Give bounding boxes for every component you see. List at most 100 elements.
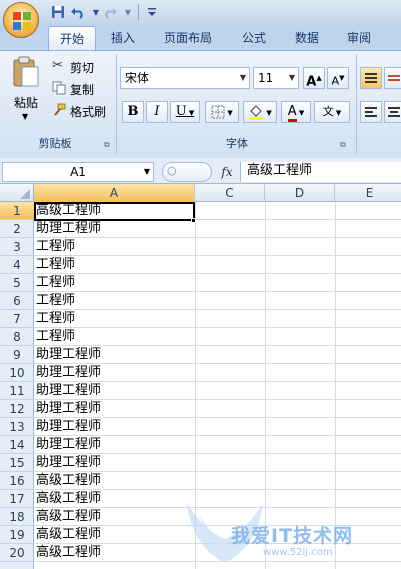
cell-a1[interactable]: 高级工程师 xyxy=(34,202,194,220)
align-top-button[interactable] xyxy=(360,67,382,89)
fill-bucket-icon xyxy=(249,104,264,120)
row-header[interactable]: 12 xyxy=(0,400,34,418)
row-header[interactable]: 4 xyxy=(0,256,34,274)
tab-review[interactable]: 审阅 xyxy=(336,26,382,50)
cell-a16[interactable]: 高级工程师 xyxy=(34,472,194,490)
column-header-d[interactable]: D xyxy=(265,184,335,202)
cell-a4[interactable]: 工程师 xyxy=(34,256,194,274)
align-middle-button[interactable] xyxy=(384,67,401,89)
row-header[interactable]: 16 xyxy=(0,472,34,490)
row-header[interactable]: 2 xyxy=(0,220,34,238)
cell-a17[interactable]: 高级工程师 xyxy=(34,490,194,508)
cell-a8[interactable]: 工程师 xyxy=(34,328,194,346)
row-header[interactable]: 13 xyxy=(0,418,34,436)
cell-a6[interactable]: 工程师 xyxy=(34,292,194,310)
font-size-dropdown-icon[interactable]: ▼ xyxy=(289,68,295,88)
expand-handle-icon[interactable]: ○ xyxy=(167,164,177,177)
row-header[interactable]: 1 xyxy=(0,202,34,220)
office-button[interactable] xyxy=(3,2,39,38)
cell-a2[interactable]: 助理工程师 xyxy=(34,220,194,238)
cell-a10[interactable]: 助理工程师 xyxy=(34,364,194,382)
formula-bar-controls: ○ xyxy=(162,162,212,182)
undo-icon[interactable] xyxy=(70,4,86,20)
cell-a3[interactable]: 工程师 xyxy=(34,238,194,256)
fill-color-button[interactable]: ▼ xyxy=(243,101,277,123)
cell-a5[interactable]: 工程师 xyxy=(34,274,194,292)
align-left-button[interactable] xyxy=(360,101,382,123)
row-header[interactable]: 11 xyxy=(0,382,34,400)
font-color-button[interactable]: A ▼ xyxy=(281,101,311,123)
tab-data[interactable]: 数据 xyxy=(284,26,330,50)
customize-icon[interactable] xyxy=(144,4,160,20)
row-header[interactable]: 19 xyxy=(0,526,34,544)
cell-a20[interactable]: 高级工程师 xyxy=(34,544,194,562)
font-name-box[interactable]: 宋体 ▼ xyxy=(120,67,250,89)
select-all-button[interactable] xyxy=(0,184,34,202)
bold-button[interactable]: B xyxy=(122,101,144,123)
fill-handle[interactable] xyxy=(191,218,196,223)
cut-button[interactable]: ✂ 剪切 xyxy=(52,58,116,76)
row-header[interactable]: 20 xyxy=(0,544,34,562)
font-size-box[interactable]: 11 ▼ xyxy=(253,67,299,89)
group-separator xyxy=(116,54,117,154)
row-header[interactable]: 6 xyxy=(0,292,34,310)
column-header-e[interactable]: E xyxy=(335,184,401,202)
row-header[interactable]: 5 xyxy=(0,274,34,292)
tab-formulas[interactable]: 公式 xyxy=(230,26,278,50)
row-header[interactable]: 17 xyxy=(0,490,34,508)
cell-a14[interactable]: 助理工程师 xyxy=(34,436,194,454)
row-header[interactable]: 3 xyxy=(0,238,34,256)
copy-button[interactable]: 复制 xyxy=(52,80,116,98)
select-all-icon xyxy=(20,189,30,199)
font-group-label: 字体 xyxy=(226,137,248,150)
tab-page-layout[interactable]: 页面布局 xyxy=(152,26,224,50)
row-header[interactable]: 14 xyxy=(0,436,34,454)
cell-a15[interactable]: 助理工程师 xyxy=(34,454,194,472)
cell-a7[interactable]: 工程师 xyxy=(34,310,194,328)
insert-function-icon[interactable]: fx xyxy=(216,162,238,182)
office-logo-icon xyxy=(13,12,31,30)
row-header[interactable]: 15 xyxy=(0,454,34,472)
row-header[interactable]: 8 xyxy=(0,328,34,346)
copy-icon xyxy=(52,81,66,95)
cell-a9[interactable]: 助理工程师 xyxy=(34,346,194,364)
format-painter-button[interactable]: 格式刷 xyxy=(52,102,116,120)
phonetic-icon: 文 xyxy=(322,105,334,118)
redo-dropdown-icon[interactable]: ▼ xyxy=(120,4,136,20)
tab-insert[interactable]: 插入 xyxy=(100,26,146,50)
clipboard-dialog-launcher-icon[interactable]: ⧉ xyxy=(104,140,112,149)
row-header[interactable]: 10 xyxy=(0,364,34,382)
font-color-icon: A xyxy=(287,105,297,122)
row-header[interactable]: 18 xyxy=(0,508,34,526)
tab-home[interactable]: 开始 xyxy=(48,26,96,50)
align-center-button[interactable] xyxy=(384,101,401,123)
cell-a18[interactable]: 高级工程师 xyxy=(34,508,194,526)
cell-a13[interactable]: 助理工程师 xyxy=(34,418,194,436)
font-name-dropdown-icon[interactable]: ▼ xyxy=(240,68,246,88)
row-header[interactable]: 7 xyxy=(0,310,34,328)
clipboard-group-label: 剪贴板 xyxy=(38,137,72,150)
shrink-font-button[interactable]: A▼ xyxy=(327,67,349,89)
cell-a12[interactable]: 助理工程师 xyxy=(34,400,194,418)
italic-button[interactable]: I xyxy=(146,101,168,123)
phonetic-button[interactable]: 文 ▼ xyxy=(314,101,350,123)
cell-a11[interactable]: 助理工程师 xyxy=(34,382,194,400)
format-painter-label: 格式刷 xyxy=(70,105,107,119)
save-icon[interactable] xyxy=(50,4,66,20)
font-name-value: 宋体 xyxy=(125,71,150,85)
column-header-c[interactable]: C xyxy=(195,184,265,202)
font-dialog-launcher-icon[interactable]: ⧉ xyxy=(340,140,348,149)
row-header[interactable]: 9 xyxy=(0,346,34,364)
underline-button[interactable]: U ▼ xyxy=(170,101,200,123)
paste-button[interactable]: 粘贴 ▼ xyxy=(8,56,44,126)
name-box-dropdown-icon[interactable]: ▼ xyxy=(144,163,150,181)
cell-a19[interactable]: 高级工程师 xyxy=(34,526,194,544)
redo-icon[interactable] xyxy=(102,4,118,20)
borders-button[interactable]: ▼ xyxy=(205,101,239,123)
cut-label: 剪切 xyxy=(70,61,95,75)
font-size-value: 11 xyxy=(258,71,274,85)
grow-font-button[interactable]: A▲ xyxy=(303,67,325,89)
formula-input[interactable]: 高级工程师 xyxy=(240,162,401,182)
name-box[interactable]: A1 ▼ xyxy=(2,162,154,182)
column-header-a[interactable]: A xyxy=(34,184,195,202)
